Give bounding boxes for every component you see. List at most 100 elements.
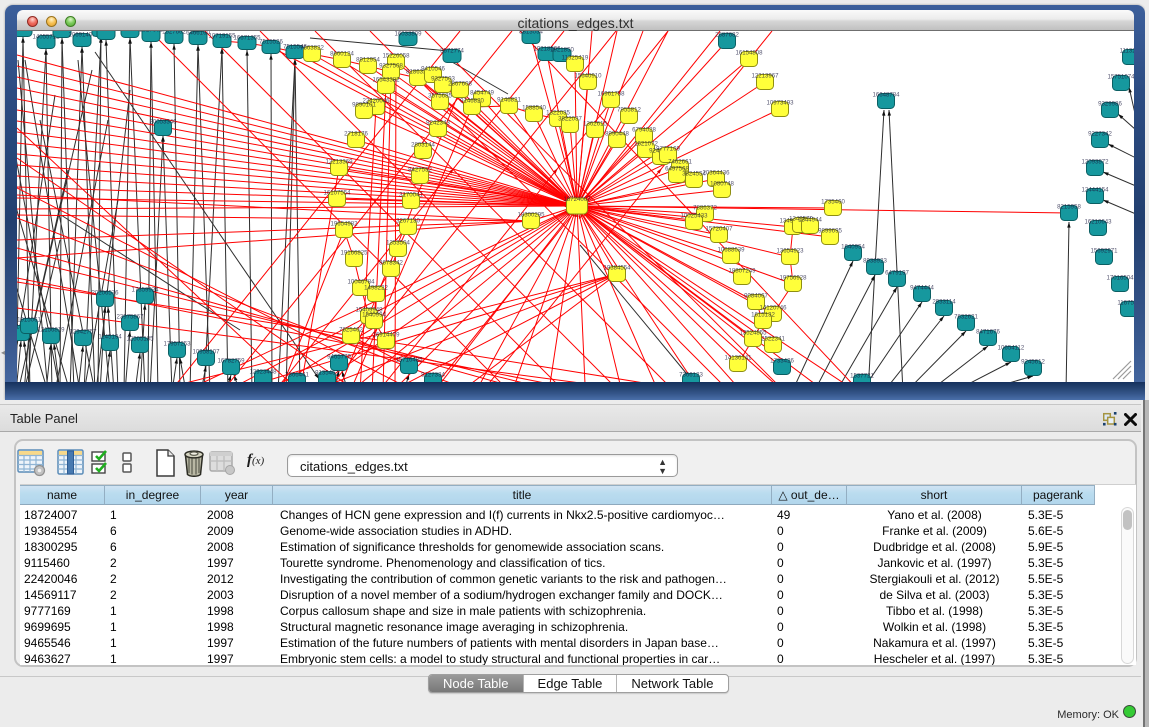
svg-text:1915061: 1915061 [17,317,41,324]
svg-text:1145194: 1145194 [98,334,122,341]
svg-text:1065327: 1065327 [94,31,118,32]
svg-text:23975867: 23975867 [116,314,144,321]
svg-text:3267130: 3267130 [396,218,420,225]
svg-text:9329986: 9329986 [1098,101,1122,108]
svg-text:13654923: 13654923 [776,248,804,255]
svg-text:16543382: 16543382 [372,77,400,84]
svg-text:1353504: 1353504 [386,240,410,247]
svg-text:2867608: 2867608 [448,81,472,88]
svg-text:1537721: 1537721 [850,373,874,380]
svg-text:1344944: 1344944 [798,217,822,224]
svg-text:1735460: 1735460 [821,199,845,206]
svg-text:16154808: 16154808 [735,50,763,57]
svg-text:16107554: 16107554 [323,190,351,197]
svg-text:17359924: 17359924 [131,287,159,294]
svg-text:1921850: 1921850 [550,47,574,54]
svg-text:9245612: 9245612 [1021,359,1045,366]
svg-text:20053346: 20053346 [149,119,177,126]
svg-text:16648784: 16648784 [872,92,900,99]
svg-text:2718176: 2718176 [344,131,368,138]
svg-text:12093872: 12093872 [1081,159,1109,166]
svg-text:3822037: 3822037 [558,116,582,123]
svg-text:14120746: 14120746 [759,305,787,312]
svg-text:10688639: 10688639 [717,247,745,254]
svg-text:7462661: 7462661 [668,159,692,166]
svg-text:1113254: 1113254 [1120,48,1134,55]
svg-text:17957253: 17957253 [163,341,191,348]
svg-text:1733426: 1733426 [770,358,794,365]
svg-text:9410546: 9410546 [421,66,445,73]
svg-text:7632621: 7632621 [954,314,978,321]
svg-text:8660124: 8660124 [330,51,354,58]
svg-text:7886372: 7886372 [693,205,717,212]
svg-text:12505185: 12505185 [126,336,154,343]
svg-text:1588540: 1588540 [522,105,546,112]
svg-text:8454749: 8454749 [470,90,494,97]
svg-text:1362615: 1362615 [583,121,607,128]
svg-text:9146821: 9146821 [497,97,521,104]
svg-text:15720407: 15720407 [705,226,733,233]
svg-text:8912954: 8912954 [356,57,380,64]
svg-text:1540994: 1540994 [362,312,386,319]
svg-text:8427552: 8427552 [408,167,432,174]
svg-text:1621072: 1621072 [634,141,658,148]
svg-text:9084067: 9084067 [744,293,768,300]
svg-text:15640910: 15640910 [574,73,602,80]
svg-text:14136141: 14136141 [724,355,752,362]
svg-text:2687682: 2687682 [715,32,739,39]
svg-text:6479197: 6479197 [885,270,909,277]
svg-text:16033809: 16033809 [394,31,422,38]
svg-text:15692971: 15692971 [1090,248,1118,255]
svg-text:12156819: 12156819 [37,327,65,334]
svg-text:8471676: 8471676 [976,329,1000,336]
svg-text:8990448: 8990448 [605,131,629,138]
svg-text:1080748: 1080748 [710,181,734,188]
svg-text:10025433: 10025433 [680,213,708,220]
svg-text:6794028: 6794028 [632,127,656,134]
svg-text:9135461: 9135461 [315,370,339,377]
svg-text:15716485: 15716485 [395,357,423,364]
svg-text:8813054: 8813054 [519,31,543,36]
svg-text:2522341: 2522341 [761,336,785,343]
svg-text:18300295: 18300295 [517,212,545,219]
svg-text:9227342: 9227342 [1088,131,1112,138]
svg-text:1527602: 1527602 [139,31,163,34]
svg-text:9242343: 9242343 [426,120,450,127]
svg-text:3575685: 3575685 [428,93,452,100]
svg-text:1527602: 1527602 [162,31,186,36]
svg-text:8938923: 8938923 [863,258,887,265]
svg-text:19384554: 19384554 [603,265,631,272]
svg-text:8678342: 8678342 [379,260,403,267]
svg-text:7515526: 7515526 [259,39,283,46]
svg-text:1167534: 1167534 [1117,300,1134,307]
svg-text:20206576: 20206576 [91,290,119,297]
svg-text:1615132: 1615132 [751,312,775,319]
svg-text:3572774: 3572774 [440,48,464,55]
svg-text:9890101: 9890101 [352,102,376,109]
svg-text:8127334: 8127334 [421,372,445,379]
svg-text:9899695: 9899695 [818,228,842,235]
svg-text:18807249: 18807249 [728,268,756,275]
svg-text:7625402: 7625402 [339,327,363,334]
svg-text:15226058: 15226058 [382,53,410,60]
svg-text:9327508: 9327508 [379,63,403,70]
svg-text:10973493: 10973493 [766,100,794,107]
svg-text:9777169: 9777169 [656,146,680,153]
svg-text:16782759: 16782759 [217,358,245,365]
svg-text:16914479: 16914479 [372,332,400,339]
svg-text:16210643: 16210643 [1084,219,1112,226]
svg-text:8215958: 8215958 [1057,204,1081,211]
svg-text:12942757: 12942757 [69,329,97,336]
svg-text:12213967: 12213967 [751,73,779,80]
svg-text:9465779: 9465779 [327,354,351,361]
svg-text:16671355: 16671355 [233,35,261,42]
svg-text:3170041: 3170041 [399,192,423,199]
svg-text:16961758: 16961758 [597,91,625,98]
svg-text:9146820: 9146820 [460,98,484,105]
svg-text:9474444: 9474444 [910,285,934,292]
svg-text:18724007: 18724007 [563,196,591,203]
svg-text:7955812: 7955812 [617,107,641,114]
svg-text:17016504: 17016504 [1106,275,1134,282]
svg-text:19654982: 19654982 [330,221,358,228]
svg-text:15751074: 15751074 [1107,74,1134,81]
